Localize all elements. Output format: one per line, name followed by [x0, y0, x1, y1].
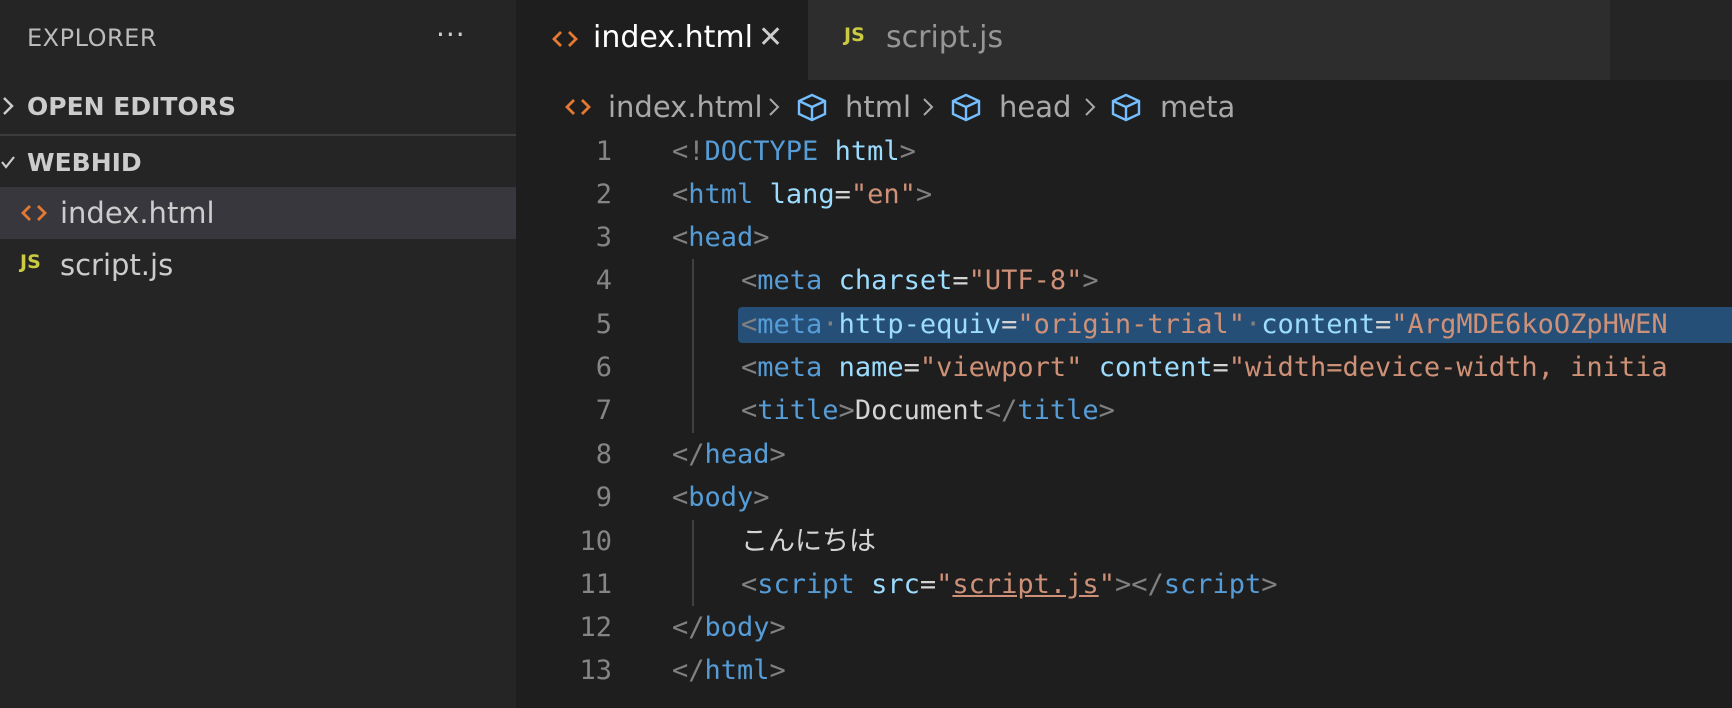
breadcrumb-item[interactable]: index.html — [608, 84, 763, 130]
tab-bar-empty — [1610, 0, 1732, 80]
code-line-7: <title>Document</title> — [741, 395, 1115, 426]
chevron-right-icon — [3, 97, 14, 115]
code-line-1: <!DOCTYPE html> — [672, 136, 916, 167]
breadcrumb: index.html html head meta — [516, 84, 1732, 130]
explorer-header: EXPLORER ··· — [0, 0, 516, 78]
line-number: 6 — [595, 352, 612, 383]
file-item-index-html[interactable]: index.html — [0, 187, 516, 239]
code-line-6: <meta name="viewport" content="width=dev… — [741, 352, 1668, 383]
breadcrumb-item[interactable]: meta — [1160, 84, 1235, 130]
indent-guide — [692, 259, 694, 433]
symbol-cube-icon — [951, 93, 981, 122]
line-number: 12 — [579, 612, 612, 643]
section-webhid[interactable]: WEBHID — [0, 134, 516, 186]
section-open-editors[interactable]: OPEN EDITORS — [0, 80, 516, 132]
line-number: 4 — [595, 265, 612, 296]
close-icon[interactable]: ✕ — [758, 20, 783, 55]
explorer-sidebar: EXPLORER ··· OPEN EDITORS WEBHID index.h… — [0, 0, 516, 708]
tab-label: script.js — [886, 20, 1004, 55]
check-chevron-icon — [1, 156, 15, 169]
code-line-12: </body> — [672, 612, 786, 643]
line-number: 5 — [595, 309, 612, 340]
breadcrumb-item[interactable]: html — [845, 84, 911, 130]
line-number: 7 — [595, 395, 612, 426]
js-file-icon: JS — [20, 251, 41, 273]
file-label: index.html — [60, 196, 215, 230]
code-line-11: <script src="script.js"></script> — [741, 569, 1278, 600]
explorer-title: EXPLORER — [27, 24, 157, 52]
code-line-8: </head> — [672, 439, 786, 470]
file-label: script.js — [60, 248, 174, 282]
more-actions-icon[interactable]: ··· — [436, 18, 466, 51]
breadcrumb-item[interactable]: head — [999, 84, 1071, 130]
code-line-4: <meta charset="UTF-8"> — [741, 265, 1099, 296]
line-number: 8 — [595, 439, 612, 470]
line-number: 2 — [595, 179, 612, 210]
js-file-icon: JS — [844, 24, 865, 46]
tab-label: index.html — [593, 20, 753, 55]
section-label: WEBHID — [27, 148, 142, 177]
html-file-icon — [552, 31, 578, 47]
code-line-3: <head> — [672, 222, 770, 253]
tab-script-js[interactable]: JS script.js — [808, 0, 1610, 80]
line-number: 1 — [595, 136, 612, 167]
section-label: OPEN EDITORS — [27, 92, 236, 121]
symbol-cube-icon — [797, 93, 827, 122]
chevron-right-icon — [769, 98, 780, 116]
file-item-script-js[interactable]: JS script.js — [0, 239, 516, 291]
code-line-13: </html> — [672, 655, 786, 686]
line-number: 10 — [579, 526, 612, 557]
line-number: 9 — [595, 482, 612, 513]
line-number: 11 — [579, 569, 612, 600]
html-file-icon — [565, 99, 591, 115]
script-src-link[interactable]: script.js — [952, 569, 1098, 600]
html-file-icon — [21, 205, 47, 221]
code-line-2: <html lang="en"> — [672, 179, 933, 210]
indent-guide — [692, 520, 694, 606]
tab-index-html[interactable]: index.html ✕ — [516, 0, 808, 80]
chevron-right-icon — [923, 98, 934, 116]
code-editor[interactable]: <!DOCTYPE html> <html lang="en"> <head> … — [672, 130, 1732, 690]
code-line-9: <body> — [672, 482, 770, 513]
line-number: 13 — [579, 655, 612, 686]
code-line-10: こんにちは — [741, 526, 876, 557]
symbol-cube-icon — [1111, 93, 1141, 122]
line-number: 3 — [595, 222, 612, 253]
code-line-5-selected: <meta·http-equiv="origin-trial"·content=… — [738, 307, 1732, 343]
chevron-right-icon — [1085, 98, 1096, 116]
editor-area: index.html ✕ JS script.js index.html htm… — [516, 0, 1732, 708]
tab-bar: index.html ✕ JS script.js — [516, 0, 1732, 80]
